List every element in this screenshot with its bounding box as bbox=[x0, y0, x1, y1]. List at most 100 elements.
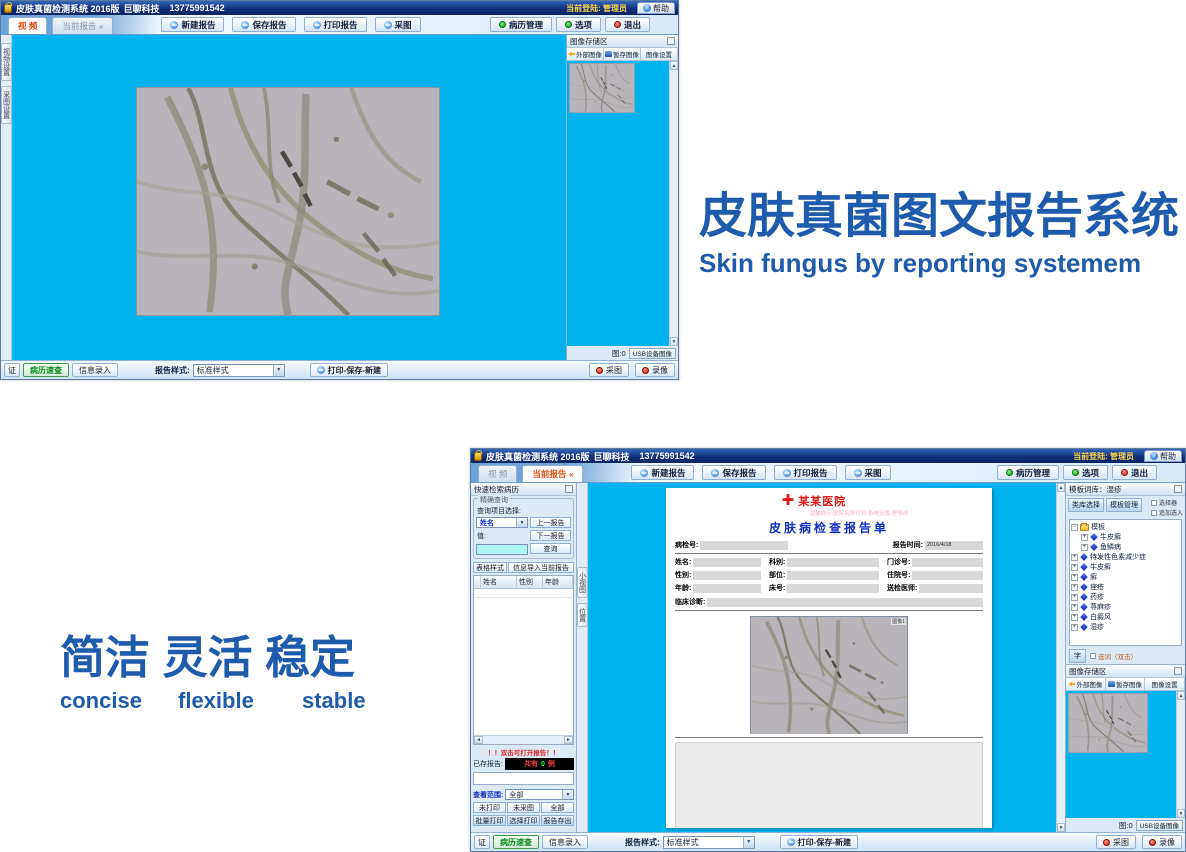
all-filter-button[interactable]: 全部 bbox=[541, 802, 574, 813]
print-report-button[interactable]: 打印报告 bbox=[774, 465, 837, 480]
new-report-button[interactable]: 新建报告 bbox=[161, 17, 224, 32]
arrow-up-icon[interactable] bbox=[1057, 483, 1065, 492]
char-button[interactable]: 字 bbox=[1069, 649, 1086, 663]
tree-item[interactable]: 鱼鳞病 bbox=[1081, 542, 1180, 552]
view-range-select[interactable]: 全部 bbox=[505, 789, 574, 800]
usb-device-images-button[interactable]: USB设备图像 bbox=[1136, 820, 1183, 831]
image-settings-button[interactable]: 图像设置 bbox=[641, 48, 678, 60]
quick-lookup-button[interactable]: 病历速查 bbox=[493, 835, 539, 849]
cert-button[interactable]: 证 bbox=[4, 363, 20, 377]
dept-field[interactable] bbox=[787, 558, 879, 567]
gender-field[interactable] bbox=[693, 571, 761, 580]
prev-report-button[interactable]: 上一报告 bbox=[530, 517, 571, 528]
append-checkbox[interactable]: 追加选入 bbox=[1151, 508, 1183, 517]
part-field[interactable] bbox=[787, 571, 879, 580]
options-button[interactable]: 选项 bbox=[1063, 465, 1108, 480]
report-microscopy-image[interactable]: 图像1 bbox=[750, 616, 908, 734]
query-value-input[interactable] bbox=[476, 544, 528, 555]
cert-button[interactable]: 证 bbox=[474, 835, 490, 849]
side-tab-position[interactable]: 位置 bbox=[577, 603, 588, 627]
image-thumbnail[interactable] bbox=[1068, 693, 1148, 753]
template-manage-button[interactable]: 模板管理 bbox=[1106, 498, 1142, 512]
arrow-up-icon[interactable] bbox=[670, 61, 678, 70]
exit-button[interactable]: 退出 bbox=[605, 17, 650, 32]
inpatient-field[interactable] bbox=[912, 571, 983, 580]
expand-icon[interactable] bbox=[1081, 544, 1088, 551]
age-field[interactable] bbox=[693, 584, 761, 593]
export-report-button[interactable]: 报告存出 bbox=[541, 815, 574, 826]
vertical-scrollbar[interactable] bbox=[669, 61, 678, 346]
panel-close-icon[interactable] bbox=[667, 37, 675, 45]
save-report-button[interactable]: 保存报告 bbox=[702, 465, 765, 480]
print-save-new-button[interactable]: 打印-保存-新建 bbox=[310, 363, 388, 377]
arrow-down-icon[interactable] bbox=[670, 337, 678, 346]
report-style-select[interactable]: 标准样式 bbox=[663, 836, 755, 849]
table-row[interactable] bbox=[474, 589, 573, 598]
expand-icon[interactable] bbox=[1071, 564, 1078, 571]
usb-device-images-button[interactable]: USB设备图像 bbox=[629, 348, 676, 359]
capture-button[interactable]: 采图 bbox=[375, 17, 421, 32]
tree-root-item[interactable]: 模板 bbox=[1071, 522, 1180, 532]
tree-item[interactable]: 白癜风 bbox=[1071, 612, 1180, 622]
record-video-button[interactable]: 录像 bbox=[635, 363, 675, 377]
arrow-left-icon[interactable] bbox=[474, 736, 483, 744]
tree-item[interactable]: 湿疹 bbox=[1071, 622, 1180, 632]
tree-item[interactable]: 药疹 bbox=[1071, 592, 1180, 602]
table-style-button[interactable]: 表格样式 bbox=[473, 562, 507, 573]
exit-button[interactable]: 退出 bbox=[1112, 465, 1157, 480]
tab-video[interactable]: 视 频 bbox=[478, 465, 517, 482]
panel-close-icon[interactable] bbox=[565, 485, 573, 493]
arrow-down-icon[interactable] bbox=[1057, 823, 1065, 832]
tab-video[interactable]: 视 频 bbox=[8, 17, 47, 34]
side-tab-video-settings[interactable]: 视频设置 bbox=[1, 43, 12, 81]
capture-button[interactable]: 采图 bbox=[845, 465, 891, 480]
select-print-button[interactable]: 选择打印 bbox=[507, 815, 540, 826]
expand-icon[interactable] bbox=[1071, 594, 1078, 601]
exam-no-field[interactable] bbox=[700, 541, 788, 550]
result-text-area[interactable] bbox=[675, 742, 983, 828]
side-tab-thumbnail-view[interactable]: 小视图 bbox=[577, 567, 588, 598]
expand-icon[interactable] bbox=[1071, 614, 1078, 621]
report-time-field[interactable]: 2016/4/18 bbox=[925, 541, 983, 550]
uncaptured-filter-button[interactable]: 未采图 bbox=[507, 802, 540, 813]
temp-images-button[interactable]: 暂存图像 bbox=[1106, 678, 1146, 690]
tab-current-report[interactable]: 当前报告 « bbox=[522, 465, 583, 482]
record-video-button[interactable]: 录像 bbox=[1142, 835, 1182, 849]
outpatient-field[interactable] bbox=[912, 558, 983, 567]
options-button[interactable]: 选项 bbox=[556, 17, 601, 32]
vertical-scrollbar[interactable] bbox=[1176, 691, 1185, 818]
quick-lookup-button[interactable]: 病历速查 bbox=[23, 363, 69, 377]
arrow-down-icon[interactable] bbox=[1177, 809, 1185, 818]
help-button[interactable]: 帮助 bbox=[637, 2, 675, 14]
records-manage-button[interactable]: 病历管理 bbox=[997, 465, 1059, 480]
tree-item[interactable]: 牛皮癣 bbox=[1081, 532, 1180, 542]
expand-icon[interactable] bbox=[1071, 554, 1078, 561]
diagnosis-field[interactable] bbox=[707, 598, 983, 607]
image-settings-button[interactable]: 图像设置 bbox=[1145, 678, 1185, 690]
pick-word-checkbox[interactable]: 选词（双击） bbox=[1090, 651, 1137, 661]
library-select-button[interactable]: 类库选择 bbox=[1068, 498, 1104, 512]
horizontal-scrollbar[interactable] bbox=[474, 735, 573, 744]
arrow-right-icon[interactable] bbox=[564, 736, 573, 744]
expand-icon[interactable] bbox=[1071, 574, 1078, 581]
bed-field[interactable] bbox=[787, 584, 879, 593]
tree-item[interactable]: 癣 bbox=[1071, 572, 1180, 582]
print-report-button[interactable]: 打印报告 bbox=[304, 17, 367, 32]
query-button[interactable]: 查询 bbox=[530, 543, 571, 554]
selector-checkbox[interactable]: 选择器 bbox=[1151, 498, 1183, 507]
report-style-select[interactable]: 标准样式 bbox=[193, 364, 285, 377]
next-report-button[interactable]: 下一报告 bbox=[530, 530, 571, 541]
print-save-new-button[interactable]: 打印-保存-新建 bbox=[780, 835, 858, 849]
unprinted-filter-button[interactable]: 未打印 bbox=[473, 802, 506, 813]
info-entry-button[interactable]: 信息录入 bbox=[542, 835, 588, 849]
collapse-icon[interactable] bbox=[1071, 524, 1078, 531]
template-tree[interactable]: 模板 牛皮癣 鱼鳞病 特发性色素减少症 牛皮癣 癣 痤疮 药疹 荨麻疹 白癜风 … bbox=[1069, 519, 1182, 646]
side-tab-capture-settings[interactable]: 采图设置 bbox=[1, 86, 12, 124]
report-page[interactable]: 某某医院 温馨提示:医院名称可到-系统设置-里修改 皮肤病检查报告单 病检号: … bbox=[666, 488, 992, 828]
external-images-button[interactable]: 外部图像 bbox=[1066, 678, 1106, 690]
tree-item[interactable]: 荨麻疹 bbox=[1071, 602, 1180, 612]
expand-icon[interactable] bbox=[1071, 604, 1078, 611]
panel-close-icon[interactable] bbox=[1174, 485, 1182, 493]
doctor-field[interactable] bbox=[919, 584, 983, 593]
expand-icon[interactable] bbox=[1071, 624, 1078, 631]
